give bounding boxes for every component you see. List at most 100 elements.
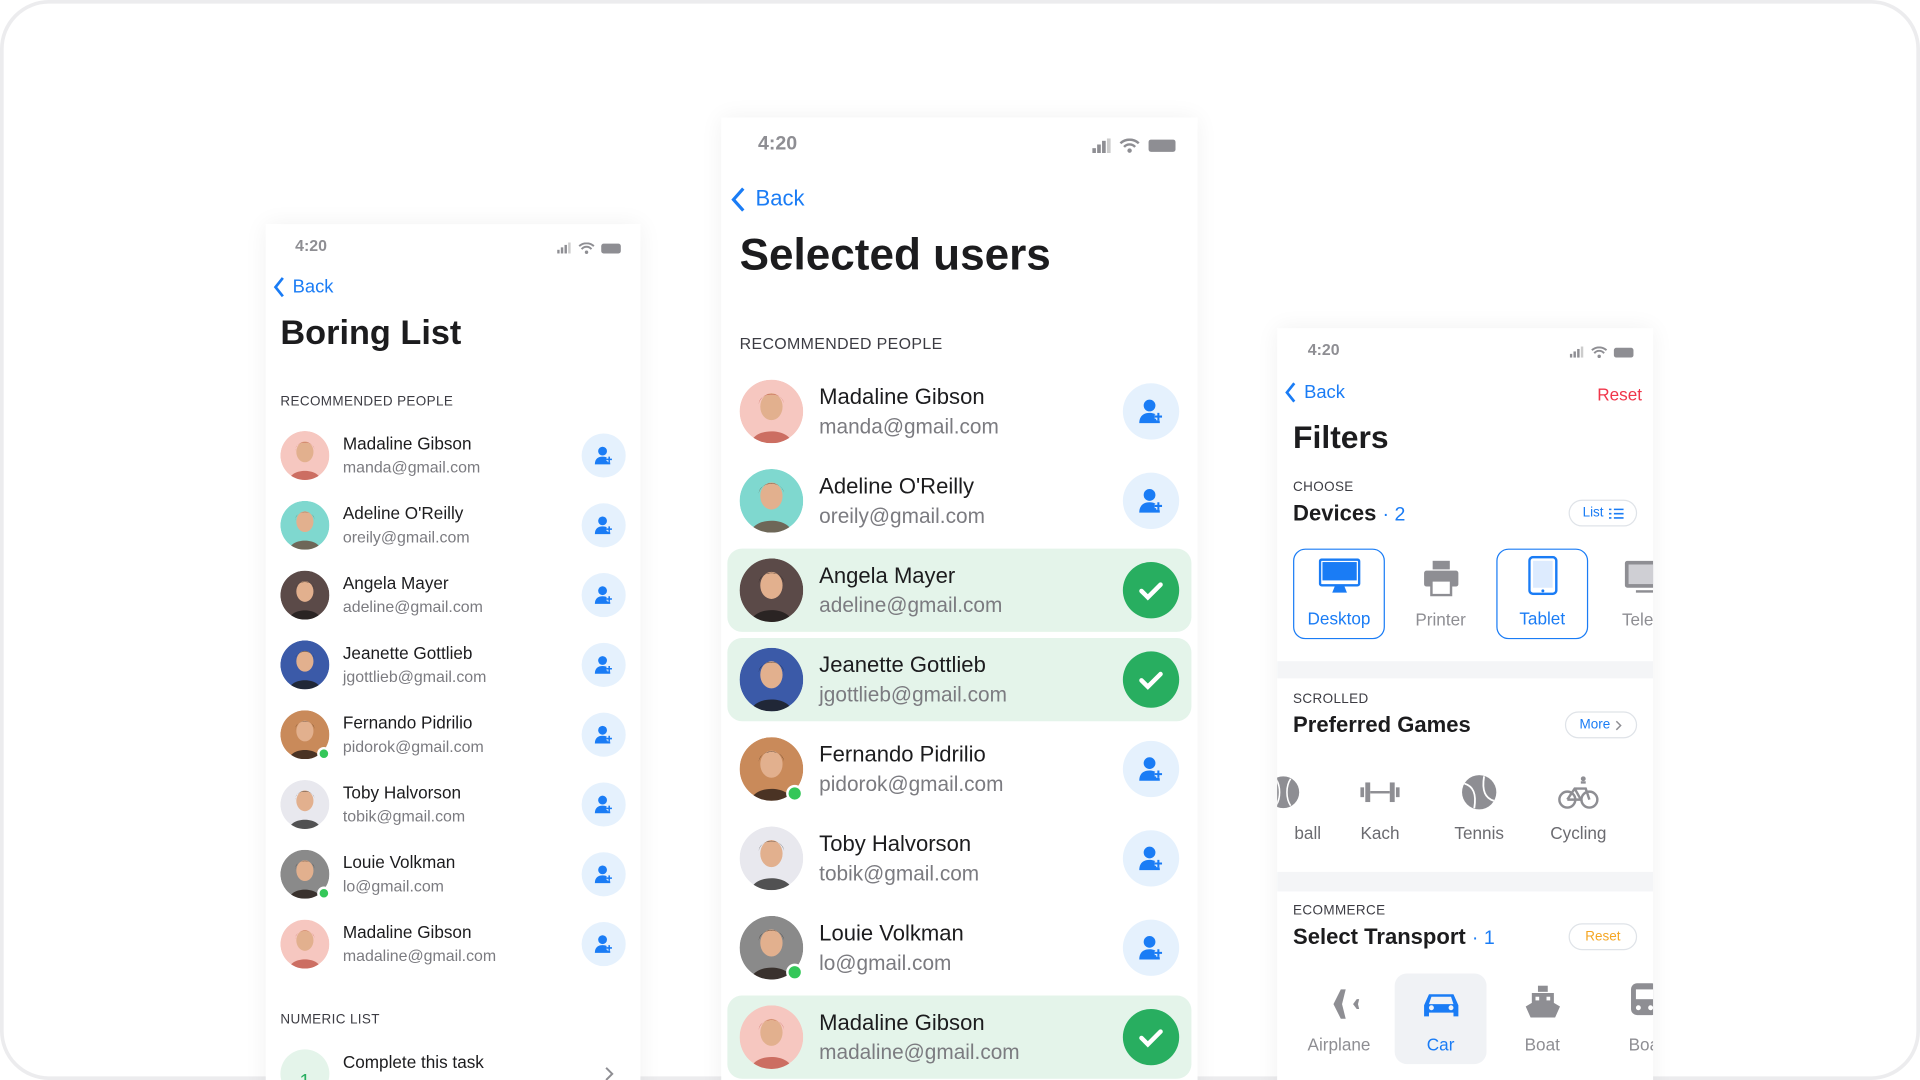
back-button[interactable]: Back bbox=[731, 186, 805, 212]
list-item[interactable]: Louie Volkman lo@gmail.com bbox=[721, 905, 1197, 991]
list-item[interactable]: Madaline Gibson madaline@gmail.com bbox=[721, 994, 1197, 1080]
device-tile-printer[interactable]: Printer bbox=[1395, 549, 1487, 640]
list-view-button[interactable]: List bbox=[1568, 499, 1638, 527]
game-item[interactable]: Kach bbox=[1331, 771, 1429, 847]
check-icon bbox=[1139, 582, 1163, 601]
list-item[interactable]: Louie Volkman lo@gmail.com bbox=[266, 842, 641, 906]
person-name: Toby Halvorson bbox=[819, 831, 972, 856]
online-indicator bbox=[317, 886, 331, 901]
selected-check-button[interactable] bbox=[1122, 651, 1180, 708]
numeric-section-label: NUMERIC LIST bbox=[280, 1012, 380, 1028]
tennis-ball-icon bbox=[1461, 771, 1498, 813]
transport-reset-button[interactable]: Reset bbox=[1568, 923, 1638, 951]
transport-tile-boat[interactable]: Boat bbox=[1496, 973, 1588, 1064]
add-user-button[interactable] bbox=[581, 503, 626, 548]
list-item[interactable]: Madaline Gibson madaline@gmail.com bbox=[266, 912, 641, 976]
device-tile-tablet[interactable]: Tablet bbox=[1496, 548, 1589, 640]
avatar bbox=[280, 640, 330, 690]
game-item[interactable]: Cycling bbox=[1529, 771, 1627, 847]
person-email: tobik@gmail.com bbox=[342, 806, 466, 826]
add-user-button[interactable] bbox=[581, 642, 626, 687]
chevron-right-icon bbox=[605, 1067, 614, 1080]
add-user-button[interactable] bbox=[581, 852, 626, 897]
add-user-button[interactable] bbox=[581, 782, 626, 827]
add-user-icon bbox=[594, 865, 612, 884]
reset-all-button[interactable]: Reset bbox=[1597, 384, 1642, 404]
status-time: 4:20 bbox=[1307, 340, 1340, 359]
person-name: Louie Volkman bbox=[819, 920, 964, 946]
avatar bbox=[739, 647, 804, 712]
transport-title: Select Transport · 1 bbox=[1293, 924, 1495, 950]
list-item[interactable]: Madaline Gibson manda@gmail.com bbox=[721, 369, 1197, 455]
add-user-icon bbox=[1139, 936, 1163, 960]
game-item[interactable]: ball bbox=[1277, 771, 1332, 847]
add-user-button[interactable] bbox=[581, 712, 626, 757]
more-button[interactable]: More bbox=[1564, 711, 1638, 739]
car-icon bbox=[1421, 989, 1460, 1034]
page-title: Selected users bbox=[739, 228, 1051, 280]
person-email: jgottlieb@gmail.com bbox=[342, 667, 487, 686]
list-item[interactable]: Fernando Pidrilio pidorok@gmail.com bbox=[266, 703, 641, 767]
list-item[interactable]: Jeanette Gottlieb jgottlieb@gmail.com bbox=[266, 633, 641, 697]
back-button[interactable]: Back bbox=[1284, 382, 1345, 403]
transport-label: Car bbox=[1426, 1034, 1455, 1055]
transport-count: · 1 bbox=[1471, 928, 1495, 949]
list-item[interactable]: Angela Mayer adeline@gmail.com bbox=[721, 547, 1197, 633]
add-user-icon bbox=[1139, 489, 1163, 513]
transport-tile-boa[interactable]: Boa bbox=[1598, 973, 1654, 1064]
game-item[interactable]: Tennis bbox=[1430, 771, 1528, 847]
add-user-button[interactable] bbox=[1122, 740, 1180, 798]
check-icon bbox=[1139, 671, 1163, 690]
device-label: Televi bbox=[1621, 609, 1654, 630]
list-item[interactable]: Adeline O'Reilly oreily@gmail.com bbox=[721, 458, 1197, 544]
selected-check-button[interactable] bbox=[1122, 562, 1180, 619]
add-user-icon bbox=[1139, 846, 1163, 871]
add-user-button[interactable] bbox=[1122, 919, 1180, 976]
selected-check-button[interactable] bbox=[1122, 1008, 1180, 1066]
list-item[interactable]: Jeanette Gottlieb jgottlieb@gmail.com bbox=[721, 637, 1197, 723]
avatar bbox=[280, 780, 330, 829]
avatar bbox=[739, 379, 804, 444]
add-user-button[interactable] bbox=[581, 433, 626, 478]
transport-label: Boat bbox=[1524, 1034, 1560, 1055]
device-tile-televi[interactable]: Televi bbox=[1598, 549, 1654, 640]
avatar bbox=[280, 500, 330, 550]
chevron-left-icon bbox=[273, 277, 284, 298]
person-email: manda@gmail.com bbox=[342, 457, 481, 477]
task-row[interactable]: 1 Complete this task bbox=[280, 1047, 635, 1080]
device-tile-desktop[interactable]: Desktop bbox=[1293, 548, 1385, 640]
person-email: manda@gmail.com bbox=[819, 415, 999, 439]
game-item[interactable]: T bbox=[1629, 771, 1653, 847]
list-item[interactable]: Angela Mayer adeline@gmail.com bbox=[266, 563, 641, 627]
transport-tile-car[interactable]: Car bbox=[1394, 973, 1487, 1065]
add-user-icon bbox=[594, 516, 612, 535]
add-user-button[interactable] bbox=[581, 573, 626, 618]
list-item[interactable]: Madaline Gibson manda@gmail.com bbox=[266, 424, 641, 488]
boat-icon bbox=[1524, 984, 1561, 1034]
tablet-icon bbox=[1527, 555, 1557, 609]
add-user-icon bbox=[594, 656, 612, 674]
device-label: Tablet bbox=[1519, 608, 1566, 629]
add-user-icon bbox=[594, 725, 612, 744]
person-email: pidorok@gmail.com bbox=[819, 772, 1004, 796]
device-label: Desktop bbox=[1307, 608, 1371, 629]
add-user-button[interactable] bbox=[1122, 830, 1180, 887]
add-user-button[interactable] bbox=[1122, 383, 1180, 440]
tv-icon bbox=[1623, 560, 1654, 610]
task-number: 1 bbox=[280, 1049, 330, 1080]
person-name: Madaline Gibson bbox=[819, 384, 985, 409]
back-button[interactable]: Back bbox=[273, 277, 334, 298]
add-user-button[interactable] bbox=[1122, 472, 1180, 529]
list-item[interactable]: Toby Halvorson tobik@gmail.com bbox=[266, 773, 641, 837]
more-label: More bbox=[1579, 717, 1611, 733]
back-label: Back bbox=[755, 186, 805, 211]
transport-tile-airplane[interactable]: Airplane bbox=[1293, 973, 1385, 1064]
chevron-left-icon bbox=[731, 186, 745, 212]
list-item[interactable]: Adeline O'Reilly oreily@gmail.com bbox=[266, 493, 641, 557]
list-label: List bbox=[1582, 505, 1604, 521]
person-name: Fernando Pidrilio bbox=[342, 712, 473, 733]
add-user-button[interactable] bbox=[581, 922, 626, 967]
transport-label: Boa bbox=[1628, 1034, 1653, 1055]
list-item[interactable]: Toby Halvorson tobik@gmail.com bbox=[721, 816, 1197, 902]
list-item[interactable]: Fernando Pidrilio pidorok@gmail.com bbox=[721, 726, 1197, 812]
